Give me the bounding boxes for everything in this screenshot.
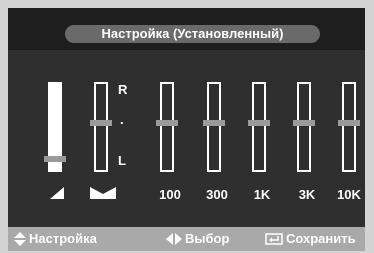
osd-title: Настройка (Установленный) — [65, 25, 320, 43]
balance-slider-knob[interactable] — [90, 120, 112, 126]
eq-band-label: 3K — [298, 187, 316, 202]
sound-settings-osd: Настройка (Установленный) R . L 100 300 … — [8, 8, 365, 251]
eq-band-label: 300 — [206, 187, 228, 202]
eq-band-slider[interactable] — [156, 82, 178, 172]
eq-band-knob[interactable] — [248, 120, 270, 126]
select-hint-label: Выбор — [185, 231, 230, 246]
volume-slider-knob[interactable] — [44, 156, 66, 162]
balance-left-label: L — [118, 153, 126, 168]
osd-footer: Настройка Выбор Сохранить — [8, 227, 365, 251]
eq-band-knob[interactable] — [338, 120, 360, 126]
save-hint: Сохранить — [265, 231, 356, 246]
volume-ramp-icon — [50, 187, 64, 199]
eq-band-label: 1K — [253, 187, 271, 202]
balance-icon — [90, 187, 116, 199]
up-down-arrow-icon — [14, 231, 26, 246]
eq-band-knob[interactable] — [156, 120, 178, 126]
eq-band-label: 10K — [337, 187, 361, 202]
eq-band-slider[interactable] — [338, 82, 360, 172]
osd-header: Настройка (Установленный) — [8, 8, 365, 50]
eq-band-knob[interactable] — [203, 120, 225, 126]
select-hint: Выбор — [166, 231, 229, 246]
adjust-hint-label: Настройка — [29, 231, 97, 246]
balance-right-label: R — [118, 82, 128, 97]
adjust-hint: Настройка — [14, 231, 97, 246]
balance-center-label: . — [120, 112, 124, 127]
volume-slider[interactable] — [44, 82, 66, 172]
balance-slider[interactable] — [90, 82, 112, 172]
enter-icon — [265, 232, 283, 245]
left-right-arrow-icon — [166, 232, 182, 245]
eq-band-slider[interactable] — [203, 82, 225, 172]
eq-band-slider[interactable] — [248, 82, 270, 172]
eq-band-knob[interactable] — [293, 120, 315, 126]
eq-band-label: 100 — [159, 187, 181, 202]
save-hint-label: Сохранить — [286, 231, 356, 246]
eq-band-slider[interactable] — [293, 82, 315, 172]
